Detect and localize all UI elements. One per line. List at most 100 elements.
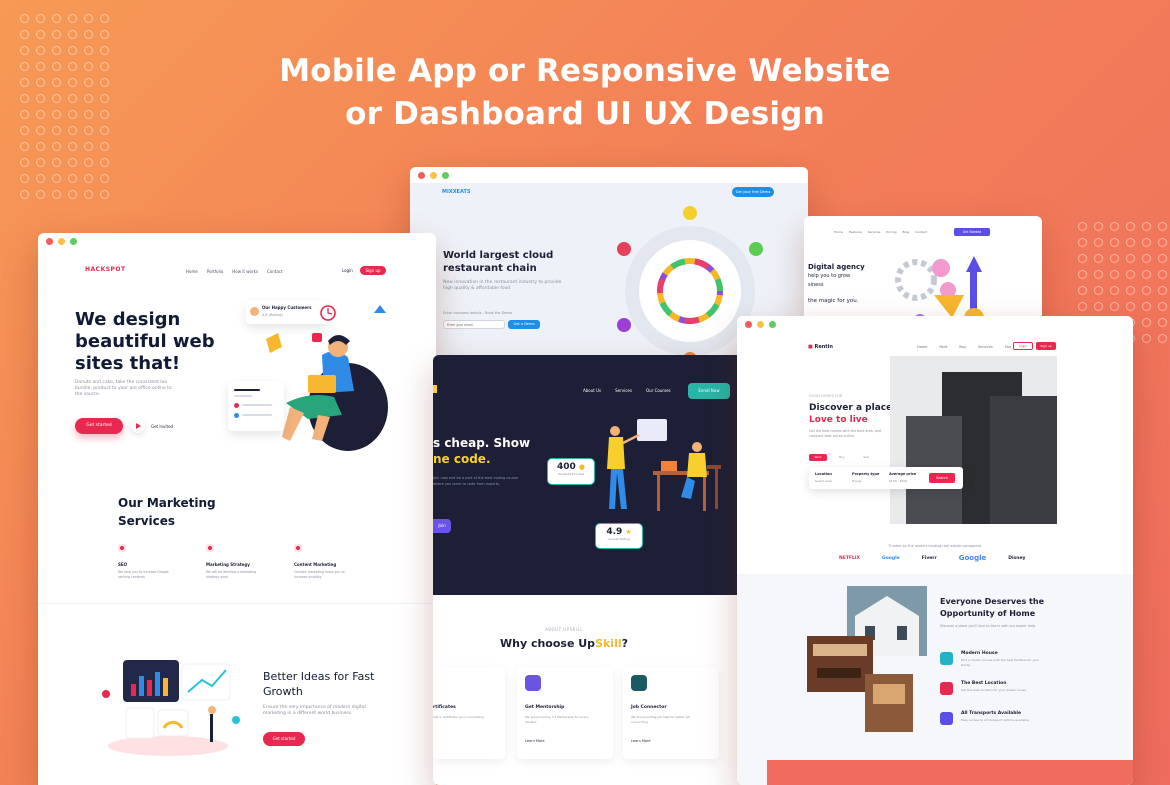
search-button[interactable]: Search — [929, 473, 955, 483]
decor-dot — [52, 14, 61, 23]
join-button[interactable]: Join — [433, 519, 451, 533]
window-controls — [38, 233, 436, 249]
login-link[interactable]: Login — [342, 268, 353, 273]
decor-dot — [1110, 254, 1119, 263]
nav-item-5[interactable]: Contact — [915, 230, 927, 234]
search-tab-1[interactable]: Buy — [833, 454, 851, 461]
decor-dot — [36, 174, 45, 183]
hero-title-line-2: beautiful web — [75, 331, 215, 352]
decor-dot — [1126, 254, 1135, 263]
nav-item-0[interactable]: Home — [917, 345, 927, 349]
feature-title: Job Connector — [631, 705, 667, 710]
nav-item-3[interactable]: Contact — [267, 269, 283, 274]
hero-title-line-2: restaurant chain — [443, 263, 537, 274]
signup-button[interactable]: Sign up — [360, 266, 386, 275]
search-field-label: Average price — [889, 472, 917, 476]
nav-item-0[interactable]: Home — [834, 230, 843, 234]
estate-signup-button[interactable]: Sign up — [1036, 342, 1056, 350]
hackspot-logo[interactable]: HACKSPOT — [85, 266, 126, 273]
nav-item-4[interactable]: Faq — [1005, 345, 1011, 349]
hero-title-line-2: ne code. — [433, 452, 491, 466]
nav-item-2[interactable]: How it works — [232, 269, 258, 274]
nav-item-2[interactable]: Our Courses — [646, 388, 671, 393]
decor-dot — [52, 30, 61, 39]
get-started-button[interactable]: Get started — [75, 418, 123, 434]
nav-item-4[interactable]: Blog — [903, 230, 910, 234]
search-field-label: Property type — [852, 472, 880, 476]
decor-dot — [20, 174, 29, 183]
decor-dot — [68, 142, 77, 151]
nav-item-2[interactable]: Services — [868, 230, 881, 234]
brand-logo: NETFLIX — [839, 555, 860, 561]
nav-item-1[interactable]: Rent — [939, 345, 947, 349]
email-input[interactable] — [443, 320, 505, 329]
students-stat-label: Students Enrolled — [557, 472, 585, 476]
feature-card: rtificates Get a certificate upon complet… — [433, 667, 505, 759]
services-heading-line-1: Our Marketing — [118, 496, 216, 510]
service-desc: We help you to increase Google ranking c… — [118, 570, 169, 579]
upskill-nav: About Us Services Our Courses — [583, 388, 671, 393]
nav-item-1[interactable]: Features — [849, 230, 862, 234]
demo-button[interactable]: Get your free Demo — [732, 187, 774, 197]
why-heading-brand: Skill — [595, 637, 622, 650]
estate-hero-desc: Get the best homes with the best area, a… — [809, 429, 882, 438]
estate-login-button[interactable]: Login — [1013, 342, 1033, 350]
decor-dot — [84, 174, 93, 183]
better-ideas-button[interactable]: Get started — [263, 732, 305, 746]
feature-desc: Easy access to all transport options ava… — [961, 718, 1029, 722]
invite-link[interactable]: Get invited — [151, 424, 173, 429]
hackspot-nav: Home Portfolio How it works Contact — [186, 269, 283, 274]
estate-logo-text: Rentin — [814, 344, 833, 350]
demo-submit-button[interactable]: Get a Demo — [508, 320, 540, 329]
better-ideas-line-2: Growth — [263, 685, 303, 698]
opportunity-heading: Everyone Deserves the Opportunity of Hom… — [940, 596, 1044, 620]
logo-mark — [433, 385, 437, 393]
upskill-hero-desc: Join now and be a part of the best codin… — [433, 476, 519, 486]
mockup-hackspot: HACKSPOT Home Portfolio How it works Contac… — [38, 233, 436, 785]
nav-item-3[interactable]: Services — [978, 345, 993, 349]
search-tab-2[interactable]: Sell — [857, 454, 875, 461]
play-icon[interactable] — [131, 419, 145, 433]
headline-line-1: Mobile App or Responsive Website — [279, 53, 891, 89]
search-field-value[interactable]: $150 - $500 — [889, 479, 907, 483]
hero-title-line-1: We design — [75, 309, 181, 330]
enroll-button[interactable]: Enroll Now — [688, 383, 730, 399]
feature-desc: Find a modern house with the best facili… — [961, 658, 1040, 667]
feature-title: Get Mentorship — [525, 705, 565, 710]
search-field-value[interactable]: Select area — [815, 479, 832, 483]
logo[interactable]: MIXXEATS — [442, 189, 470, 195]
students-stat-card: 400 ● Students Enrolled — [547, 458, 595, 485]
get-started-button[interactable]: Get Started — [954, 228, 990, 236]
search-tab-0[interactable]: Rent — [809, 454, 827, 461]
agency-tagline: the magic for you. — [808, 298, 859, 304]
decor-dot — [36, 142, 45, 151]
nav-item-2[interactable]: Buy — [959, 345, 966, 349]
learn-more-link[interactable]: Learn More — [525, 739, 545, 743]
decor-dot — [68, 158, 77, 167]
decor-dot — [1142, 270, 1151, 279]
nav-item-3[interactable]: Pricing — [886, 230, 896, 234]
nav-item-1[interactable]: Portfolio — [207, 269, 223, 274]
hero-title-line-1: World largest cloud — [443, 250, 554, 261]
decor-dot — [52, 158, 61, 167]
mockup-digital-agency: Home Features Services Pricing Blog Contact G… — [804, 216, 1042, 328]
decor-dot — [84, 14, 93, 23]
hero-title: We design beautiful web sites that! — [75, 309, 215, 375]
upskill-hero-title: s cheap. Show ne code. — [433, 435, 530, 467]
decor-dot — [1158, 286, 1167, 295]
decor-dot — [1110, 286, 1119, 295]
service-title: Marketing Strategy — [206, 562, 250, 567]
agency-title-line-1: Digital agency — [808, 263, 865, 271]
brand-logo: Google — [958, 554, 987, 562]
search-field-value[interactable]: House — [852, 479, 861, 483]
learn-more-link[interactable]: Learn More — [631, 739, 651, 743]
nav-item-0[interactable]: About Us — [583, 388, 601, 393]
brand-logo: Disney — [1008, 555, 1026, 561]
decor-dot — [1158, 238, 1167, 247]
estate-logo[interactable]: ■ Rentin — [808, 344, 833, 350]
nav-item-0[interactable]: Home — [186, 269, 198, 274]
decor-dot — [68, 30, 77, 39]
nav-item-1[interactable]: Services — [615, 388, 632, 393]
house-photos — [807, 586, 927, 732]
star-icon: ● — [578, 463, 586, 471]
